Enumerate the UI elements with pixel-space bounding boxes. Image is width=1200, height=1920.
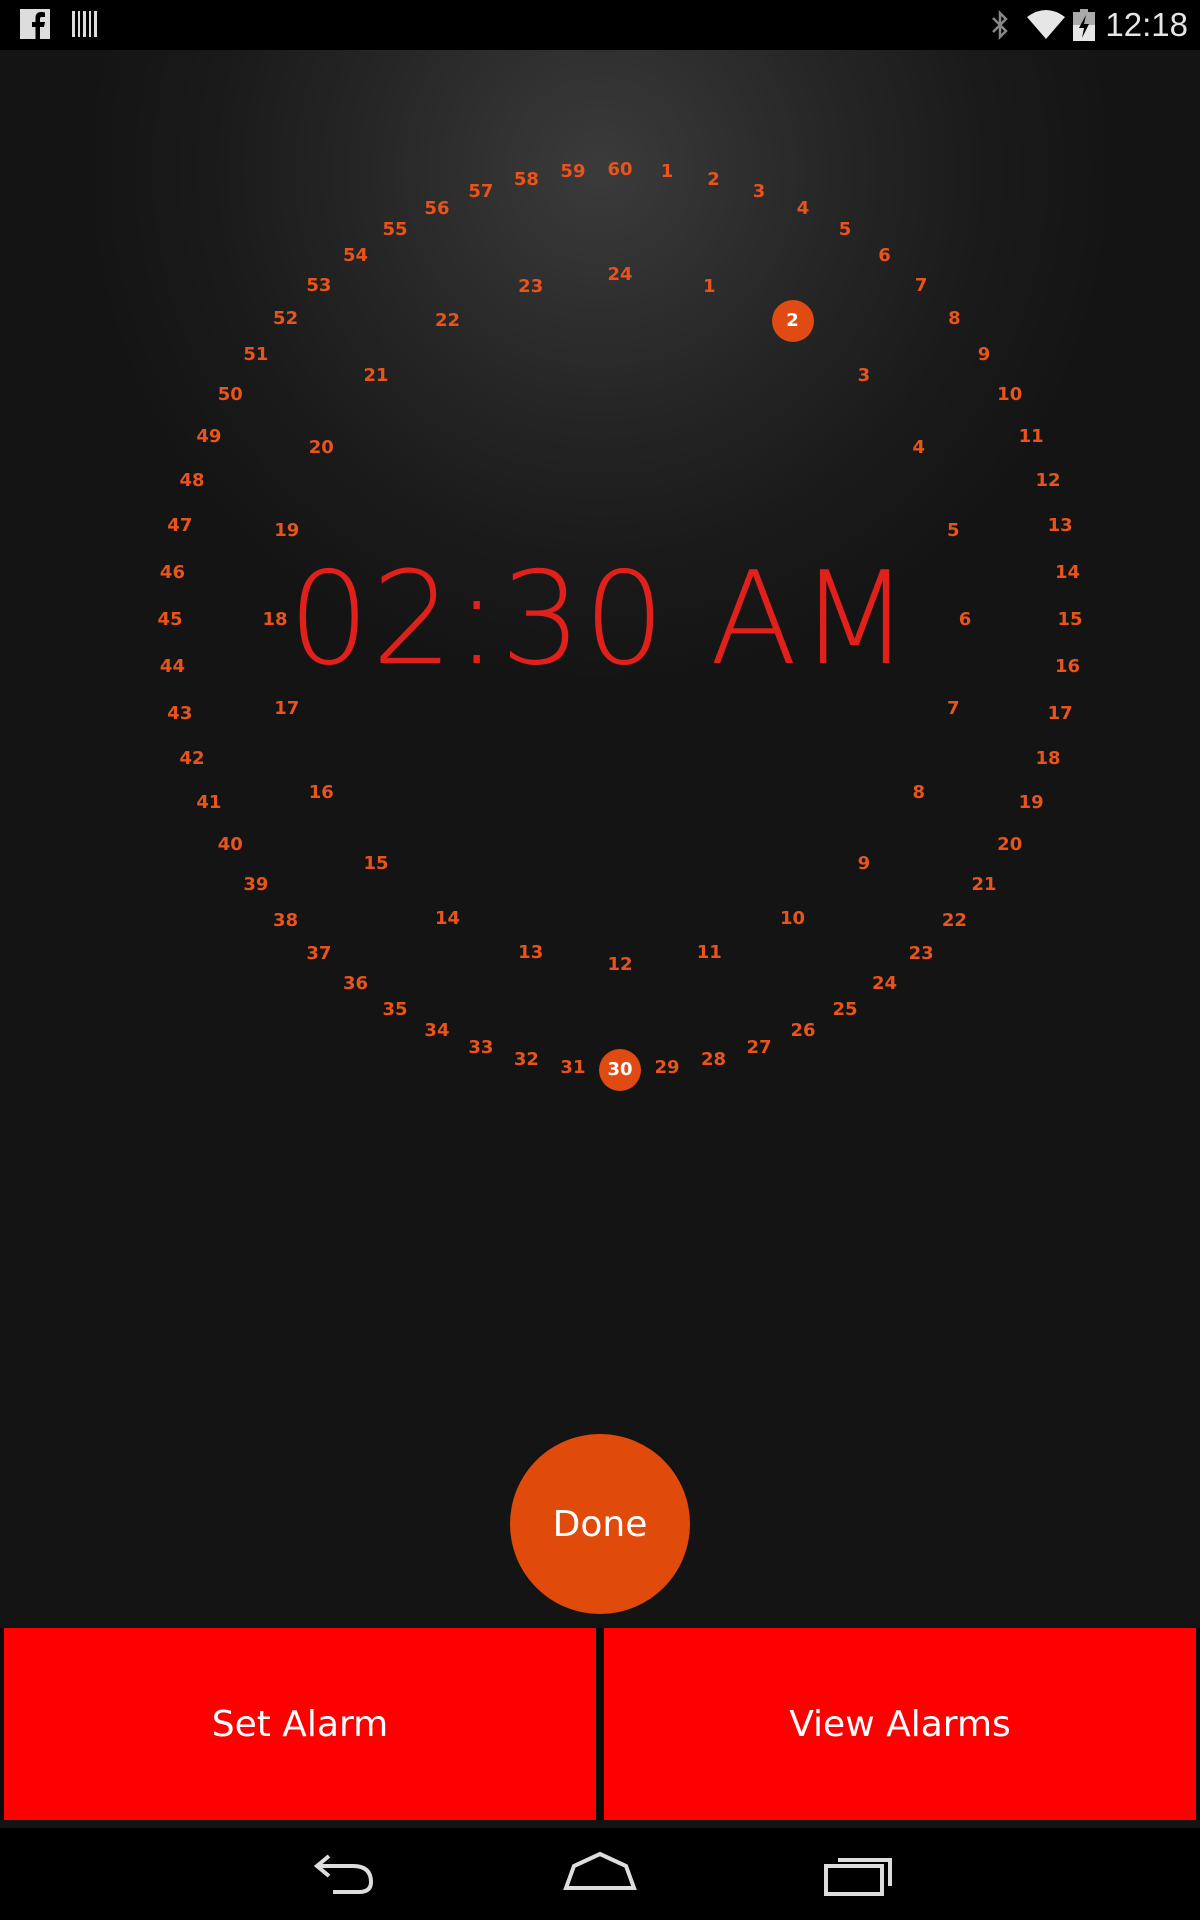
- hour-option[interactable]: 21: [351, 361, 401, 391]
- navigation-bar: [0, 1828, 1200, 1920]
- hour-option[interactable]: 10: [768, 904, 818, 934]
- minute-option[interactable]: 50: [205, 380, 255, 410]
- hour-option[interactable]: 16: [296, 778, 346, 808]
- hour-option[interactable]: 4: [894, 433, 944, 463]
- minute-option[interactable]: 32: [501, 1045, 551, 1075]
- minute-option[interactable]: 27: [734, 1033, 784, 1063]
- hour-option[interactable]: 11: [684, 938, 734, 968]
- minute-option[interactable]: 58: [501, 165, 551, 195]
- minute-option[interactable]: 13: [1035, 511, 1085, 541]
- view-alarms-button[interactable]: View Alarms: [604, 1628, 1196, 1820]
- status-time: 12:18: [1105, 6, 1188, 43]
- minute-option[interactable]: 23: [896, 939, 946, 969]
- minute-option[interactable]: 38: [261, 906, 311, 936]
- home-icon[interactable]: [560, 1848, 640, 1904]
- minute-option[interactable]: 33: [456, 1033, 506, 1063]
- hour-option[interactable]: 5: [928, 516, 978, 546]
- hour-option[interactable]: 2: [771, 300, 814, 343]
- hour-option[interactable]: 19: [262, 516, 312, 546]
- minute-option[interactable]: 1: [642, 157, 692, 187]
- minute-option[interactable]: 54: [330, 241, 380, 271]
- hour-option[interactable]: 22: [423, 306, 473, 336]
- minute-option[interactable]: 19: [1006, 788, 1056, 818]
- minute-option[interactable]: 10: [985, 380, 1035, 410]
- done-button[interactable]: Done: [510, 1434, 690, 1614]
- recents-icon[interactable]: [818, 1848, 898, 1904]
- minute-option[interactable]: 18: [1023, 744, 1073, 774]
- minute-option[interactable]: 26: [778, 1016, 828, 1046]
- minute-option[interactable]: 21: [959, 870, 1009, 900]
- minute-option[interactable]: 49: [184, 422, 234, 452]
- minute-option[interactable]: 7: [896, 271, 946, 301]
- minute-option[interactable]: 42: [167, 744, 217, 774]
- hour-option[interactable]: 20: [296, 433, 346, 463]
- set-alarm-button[interactable]: Set Alarm: [4, 1628, 596, 1820]
- minute-option[interactable]: 11: [1006, 422, 1056, 452]
- bluetooth-icon: [992, 9, 1008, 41]
- minute-option[interactable]: 59: [548, 157, 598, 187]
- minute-option[interactable]: 3: [734, 177, 784, 207]
- minute-option[interactable]: 41: [184, 788, 234, 818]
- minute-option[interactable]: 37: [294, 939, 344, 969]
- minute-option[interactable]: 35: [370, 995, 420, 1025]
- minute-option[interactable]: 6: [860, 241, 910, 271]
- wifi-icon: [1027, 10, 1065, 39]
- minute-option[interactable]: 20: [985, 830, 1035, 860]
- facebook-icon: [20, 9, 50, 39]
- minute-option[interactable]: 12: [1023, 466, 1073, 496]
- minute-option[interactable]: 8: [929, 304, 979, 334]
- hour-option[interactable]: 13: [506, 938, 556, 968]
- hour-option[interactable]: 7: [928, 694, 978, 724]
- action-bar: Set Alarm View Alarms: [0, 1628, 1200, 1820]
- hour-option[interactable]: 14: [423, 904, 473, 934]
- back-icon[interactable]: [303, 1848, 383, 1904]
- minute-option[interactable]: 52: [261, 304, 311, 334]
- minute-option[interactable]: 9: [959, 340, 1009, 370]
- minute-option[interactable]: 53: [294, 271, 344, 301]
- hour-option[interactable]: 9: [839, 849, 889, 879]
- minute-option[interactable]: 47: [155, 511, 205, 541]
- minute-option[interactable]: 22: [929, 906, 979, 936]
- battery-charging-icon: [1073, 9, 1095, 41]
- minute-option[interactable]: 56: [412, 194, 462, 224]
- hour-option[interactable]: 12: [595, 950, 645, 980]
- minute-option[interactable]: 29: [642, 1053, 692, 1083]
- minute-option[interactable]: 40: [205, 830, 255, 860]
- status-bar: 12:18: [0, 0, 1200, 50]
- hour-option[interactable]: 1: [684, 272, 734, 302]
- hour-option[interactable]: 15: [351, 849, 401, 879]
- barcode-icon: [72, 11, 97, 37]
- hour-option[interactable]: 24: [595, 260, 645, 290]
- minute-option[interactable]: 2: [689, 165, 739, 195]
- minute-option[interactable]: 39: [231, 870, 281, 900]
- minute-option[interactable]: 51: [231, 340, 281, 370]
- hour-option[interactable]: 3: [839, 361, 889, 391]
- minute-option[interactable]: 43: [155, 699, 205, 729]
- hour-option[interactable]: 23: [506, 272, 556, 302]
- minute-option[interactable]: 57: [456, 177, 506, 207]
- minute-option[interactable]: 28: [689, 1045, 739, 1075]
- minute-option[interactable]: 60: [595, 155, 645, 185]
- minute-option[interactable]: 36: [330, 969, 380, 999]
- hour-option[interactable]: 8: [894, 778, 944, 808]
- minute-option[interactable]: 31: [548, 1053, 598, 1083]
- minute-option[interactable]: 48: [167, 466, 217, 496]
- minute-option[interactable]: 17: [1035, 699, 1085, 729]
- hour-option[interactable]: 17: [262, 694, 312, 724]
- selected-time-display: 02:30 AM: [288, 545, 912, 694]
- minute-option[interactable]: 30: [599, 1049, 641, 1091]
